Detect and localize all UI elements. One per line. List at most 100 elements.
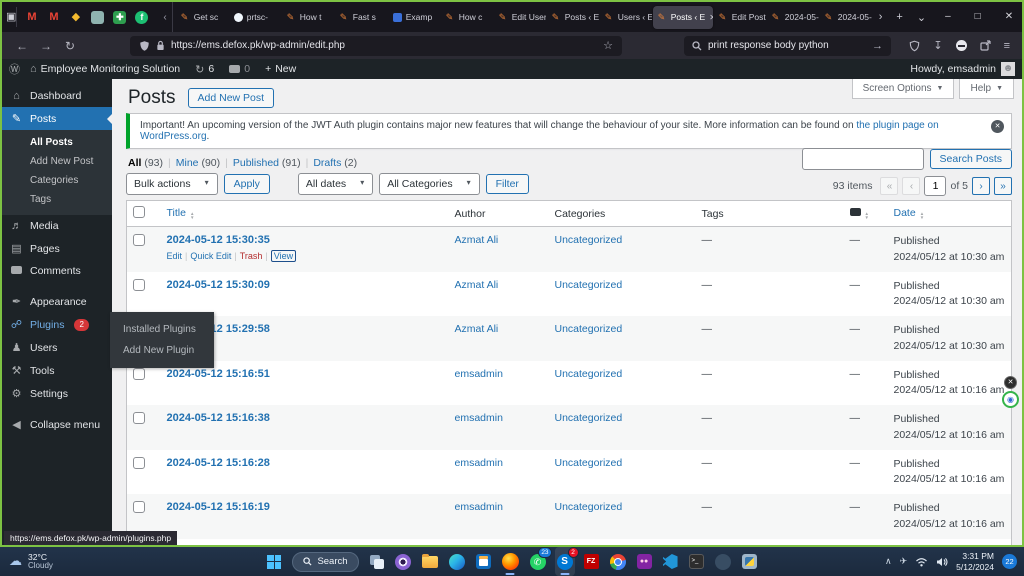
add-new-post-button[interactable]: Add New Post [188, 88, 275, 108]
sort-by-date[interactable]: Date [894, 207, 916, 219]
screen-options-button[interactable]: Screen Options▼ [852, 79, 955, 99]
browser-tab-active[interactable]: ✎Posts ‹ E✕ [653, 6, 713, 29]
dbeaver-button[interactable] [713, 547, 733, 576]
select-checkbox[interactable] [133, 412, 145, 424]
categories-filter-select[interactable]: All Categories▾ [379, 173, 479, 195]
sidebar-item-dashboard[interactable]: ⌂Dashboard [2, 85, 112, 107]
select-checkbox[interactable] [133, 279, 145, 291]
browser-tab[interactable]: ✎Users ‹ Em [600, 6, 652, 29]
author-link[interactable]: emsadmin [455, 368, 503, 380]
protection-icon[interactable] [909, 40, 920, 52]
fiverr-pinned-tab-icon[interactable]: f [135, 11, 148, 24]
sort-by-title[interactable]: Title [167, 207, 186, 219]
sidebar-item-users[interactable]: ♟Users [2, 336, 112, 359]
author-link[interactable]: emsadmin [455, 457, 503, 469]
tray-app-icon[interactable]: ✈ [900, 556, 908, 567]
forward-button[interactable]: → [34, 39, 58, 53]
window-close-button[interactable]: ✕ [993, 2, 1024, 32]
select-all-checkbox[interactable] [133, 206, 145, 218]
python-button[interactable] [740, 547, 759, 576]
chat-button[interactable] [393, 547, 413, 576]
help-button[interactable]: Help▼ [959, 79, 1014, 99]
teal-app-pinned-tab-icon[interactable] [91, 11, 104, 24]
filezilla-button[interactable]: FZ [582, 547, 601, 576]
last-page-button[interactable]: » [994, 177, 1012, 195]
sidebar-item-plugins[interactable]: ☍Plugins2 [2, 313, 112, 336]
post-title-link[interactable]: 2024-05-12 15:30:35 [167, 234, 270, 246]
search-go-icon[interactable]: → [872, 40, 883, 52]
wordpress-logo-icon[interactable]: Ⓦ [9, 61, 20, 77]
author-link[interactable]: Azmat Ali [455, 234, 499, 246]
filter-button[interactable]: Filter [486, 174, 529, 194]
flyout-item-add-new-plugin[interactable]: Add New Plugin [110, 340, 214, 361]
browser-tab[interactable]: ✎How c [441, 6, 493, 29]
row-action-trash[interactable]: Trash [240, 251, 263, 261]
view-filter-published[interactable]: Published (91) [233, 157, 301, 169]
row-action-quick-edit[interactable]: Quick Edit [190, 251, 231, 261]
updates-menu[interactable]: ↻ 6 [190, 63, 219, 76]
account-menu[interactable]: Howdy, emsadmin ☻ [910, 62, 1015, 76]
post-title-link[interactable]: 2024-05-12 15:30:09 [167, 279, 270, 291]
sidebar-item-posts[interactable]: ✎Posts [2, 107, 112, 130]
downloads-icon[interactable]: ↧ [933, 39, 942, 52]
browser-tab[interactable]: ✎2024-05-1 [767, 6, 819, 29]
select-checkbox[interactable] [133, 234, 145, 246]
browser-tab[interactable]: ✎Get sc [176, 6, 228, 29]
widget-app-icon[interactable]: ◉ [1002, 391, 1019, 408]
browser-tab[interactable]: ✎Posts ‹ Em [547, 6, 599, 29]
post-title-link[interactable]: 2024-05-12 15:16:38 [167, 412, 270, 424]
author-link[interactable]: emsadmin [455, 501, 503, 513]
wifi-icon[interactable] [915, 557, 928, 567]
purple-app-button[interactable]: ●● [635, 547, 654, 576]
widget-close-icon[interactable]: ✕ [1004, 376, 1017, 389]
browser-tab[interactable]: ✎How t [282, 6, 334, 29]
url-bar[interactable]: https://ems.defox.pk/wp-admin/edit.php ☆ [130, 36, 622, 56]
binance-pinned-tab-icon[interactable]: ◆ [69, 11, 82, 24]
gmail2-pinned-tab-icon[interactable]: M [47, 11, 60, 24]
new-tab-button[interactable]: + [889, 11, 909, 23]
browser-tab[interactable]: Examp [388, 6, 440, 29]
taskbar-search[interactable]: Search [290, 547, 360, 576]
category-link[interactable]: Uncategorized [555, 368, 623, 380]
skype-button[interactable]: S2 [555, 547, 575, 576]
row-action-view[interactable]: View [271, 250, 296, 262]
category-link[interactable]: Uncategorized [555, 412, 623, 424]
post-title-link[interactable]: 2024-05-12 15:16:51 [167, 368, 270, 380]
file-explorer-button[interactable] [420, 547, 440, 576]
bulk-actions-select[interactable]: Bulk actions▾ [126, 173, 218, 195]
firefox-button[interactable] [500, 547, 521, 576]
category-link[interactable]: Uncategorized [555, 457, 623, 469]
back-button[interactable]: ← [10, 39, 34, 53]
browser-tab[interactable]: ✎Edit User A [494, 6, 546, 29]
category-link[interactable]: Uncategorized [555, 234, 623, 246]
sidebar-item-media[interactable]: ♬Media [2, 215, 112, 237]
bookmark-star-icon[interactable]: ☆ [603, 39, 613, 52]
browser-search-bar[interactable]: → [684, 36, 891, 56]
category-link[interactable]: Uncategorized [555, 323, 623, 335]
apply-button[interactable]: Apply [224, 174, 270, 194]
view-filter-mine[interactable]: Mine (90) [176, 157, 220, 169]
post-title-link[interactable]: 2024-05-12 15:16:19 [167, 501, 270, 513]
browser-tab[interactable]: ✎2024-05-1 [820, 6, 872, 29]
select-checkbox[interactable] [133, 501, 145, 513]
vscode-button[interactable] [661, 547, 680, 576]
next-page-button[interactable]: › [972, 177, 990, 195]
url-text[interactable]: https://ems.defox.pk/wp-admin/edit.php [171, 40, 345, 51]
browser-tab[interactable]: ✎Edit Post “ [714, 6, 766, 29]
tray-expand-icon[interactable]: ∧ [885, 556, 892, 567]
menu-icon[interactable]: ≡ [1004, 40, 1010, 52]
new-content-menu[interactable]: + New [260, 63, 301, 75]
post-title-link[interactable]: 2024-05-12 15:16:28 [167, 457, 270, 469]
window-minimize-button[interactable]: – [933, 2, 963, 32]
health-app-pinned-tab-icon[interactable]: ✚ [113, 11, 126, 24]
author-link[interactable]: Azmat Ali [455, 279, 499, 291]
select-checkbox[interactable] [133, 457, 145, 469]
browser-search-input[interactable] [708, 40, 866, 51]
clock[interactable]: 3:31 PM 5/12/2024 [956, 551, 994, 572]
comments-menu[interactable]: 0 [224, 63, 255, 75]
category-link[interactable]: Uncategorized [555, 279, 623, 291]
dates-filter-select[interactable]: All dates▾ [298, 173, 373, 195]
view-filter-drafts[interactable]: Drafts (2) [313, 157, 357, 169]
browser-tab[interactable]: prtsc- [229, 6, 281, 29]
category-link[interactable]: Uncategorized [555, 501, 623, 513]
